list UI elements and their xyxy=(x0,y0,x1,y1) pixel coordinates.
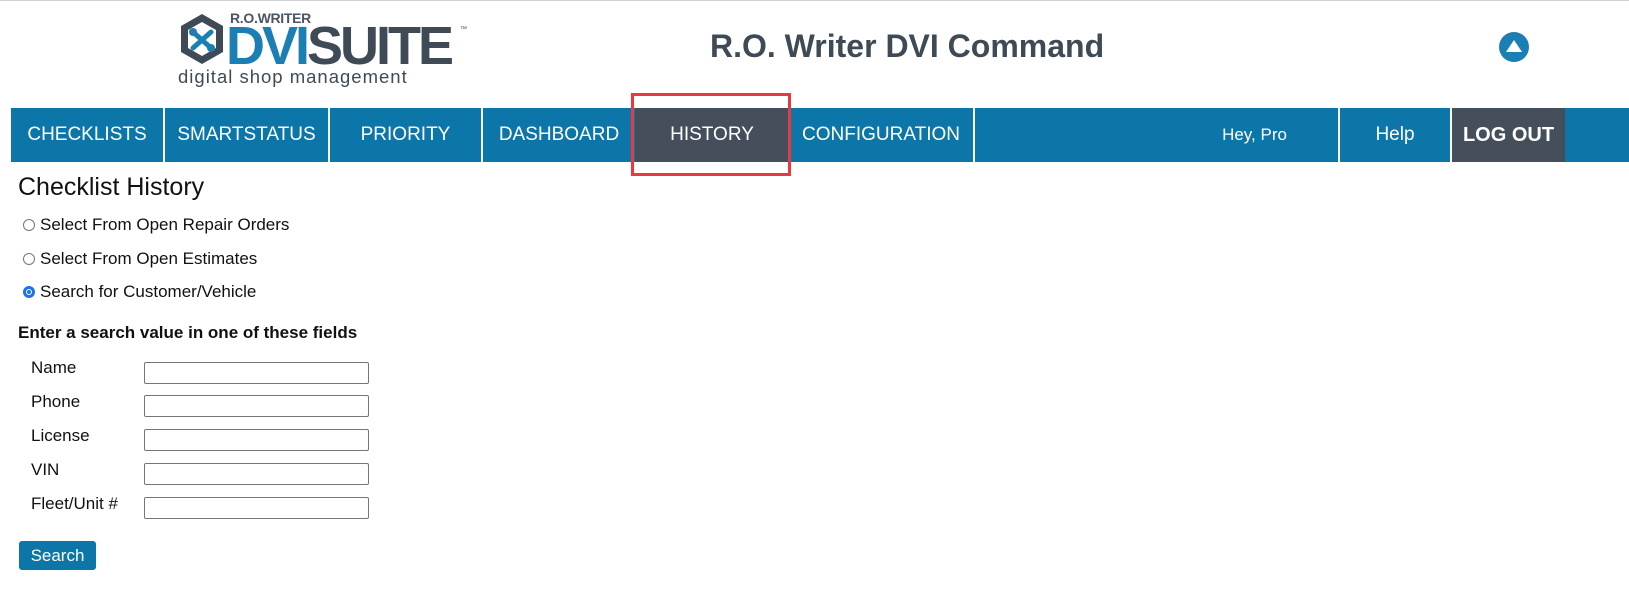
top-border xyxy=(0,0,1629,1)
search-button[interactable]: Search xyxy=(19,541,96,570)
fleet-unit-input[interactable] xyxy=(144,497,369,519)
wrench-hex-logo-icon xyxy=(181,14,223,64)
option-label: Search for Customer/Vehicle xyxy=(40,282,257,301)
nav-item-priority[interactable]: PRIORITY xyxy=(330,108,481,162)
license-label: License xyxy=(31,426,90,445)
nav-item-checklists[interactable]: CHECKLISTS xyxy=(11,108,163,162)
page-title: Checklist History xyxy=(18,173,205,201)
logo-trademark: ™ xyxy=(460,26,467,33)
phone-input[interactable] xyxy=(144,395,369,417)
logo-tagline: digital shop management xyxy=(178,66,408,87)
phone-label: Phone xyxy=(31,392,81,411)
search-instruction: Enter a search value in one of these fie… xyxy=(18,323,358,342)
user-greeting: Hey, Pro xyxy=(1222,125,1287,144)
nav-item-help[interactable]: Help xyxy=(1340,108,1450,162)
option-label: Select From Open Repair Orders xyxy=(40,215,290,234)
name-input[interactable] xyxy=(144,362,369,384)
radio-button[interactable] xyxy=(23,253,35,265)
chevron-up-circle-icon xyxy=(1506,40,1522,52)
app-title: R.O. Writer DVI Command xyxy=(710,28,1105,64)
nav-item-history[interactable]: HISTORY xyxy=(635,108,789,162)
nav-item-dashboard[interactable]: DASHBOARD xyxy=(483,108,635,162)
nav-item-configuration[interactable]: CONFIGURATION xyxy=(789,108,973,162)
option-search-customer-vehicle[interactable]: Search for Customer/Vehicle xyxy=(23,282,256,302)
radio-button-selected[interactable] xyxy=(23,286,35,298)
dvi-suite-logo: R.O.WRITER DVISUITE ™ digital shop manag… xyxy=(178,10,478,88)
main-nav: CHECKLISTS SMARTSTATUS PRIORITY DASHBOAR… xyxy=(11,108,1629,162)
nav-item-smartstatus[interactable]: SMARTSTATUS xyxy=(165,108,328,162)
option-open-estimates[interactable]: Select From Open Estimates xyxy=(23,249,257,269)
option-label: Select From Open Estimates xyxy=(40,249,258,268)
vin-label: VIN xyxy=(31,460,60,479)
scroll-up-button[interactable] xyxy=(1499,32,1529,62)
vin-input[interactable] xyxy=(144,463,369,485)
radio-button[interactable] xyxy=(23,219,35,231)
license-input[interactable] xyxy=(144,429,369,451)
fleet-unit-label: Fleet/Unit # xyxy=(31,494,118,513)
logout-button[interactable]: LOG OUT xyxy=(1452,108,1565,162)
nav-separator xyxy=(973,108,975,162)
option-open-repair-orders[interactable]: Select From Open Repair Orders xyxy=(23,215,289,235)
name-label: Name xyxy=(31,358,77,377)
